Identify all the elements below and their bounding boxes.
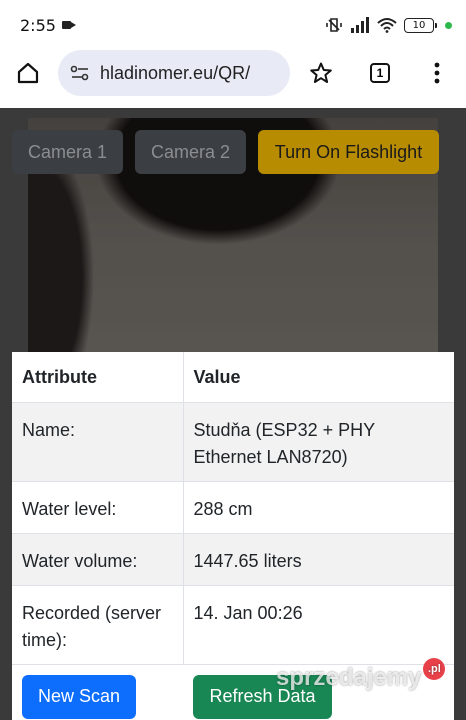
camera-2-button[interactable]: Camera 2 bbox=[135, 130, 246, 174]
more-menu-button[interactable] bbox=[419, 55, 455, 91]
camera-controls: Camera 1 Camera 2 Turn On Flashlight bbox=[12, 130, 439, 174]
table-row: Water volume: 1447.65 liters bbox=[12, 533, 454, 586]
watermark-logo: sprzedajemy .pl bbox=[276, 658, 446, 692]
web-content: Camera 1 Camera 2 Turn On Flashlight Att… bbox=[0, 108, 466, 720]
table-row: Water level: 288 cm bbox=[12, 481, 454, 534]
row-value: 1447.65 liters bbox=[183, 533, 454, 586]
signal-icon bbox=[351, 17, 369, 33]
header-value: Value bbox=[183, 352, 454, 403]
new-scan-button[interactable]: New Scan bbox=[22, 674, 136, 719]
watermark-text: sprzedajemy bbox=[276, 664, 422, 691]
row-attribute: Name: bbox=[12, 402, 184, 482]
bookmark-button[interactable] bbox=[303, 55, 339, 91]
attributes-table: Attribute Value Name: Studňa (ESP32 + PH… bbox=[12, 352, 454, 665]
flashlight-button[interactable]: Turn On Flashlight bbox=[258, 130, 439, 174]
row-value: Studňa (ESP32 + PHY Ethernet LAN8720) bbox=[183, 402, 454, 482]
header-attribute: Attribute bbox=[12, 352, 184, 403]
row-attribute: Water level: bbox=[12, 481, 184, 534]
watermark-badge: .pl bbox=[423, 658, 446, 680]
tab-count: 1 bbox=[370, 63, 390, 83]
phone-screen: 2:55 10 hladinomer.eu/QR/ 1 Camera 1 Cam… bbox=[0, 0, 466, 720]
browser-toolbar: hladinomer.eu/QR/ 1 bbox=[0, 50, 466, 108]
more-vert-icon bbox=[434, 62, 440, 84]
screen-record-icon bbox=[61, 20, 76, 30]
home-icon bbox=[17, 62, 39, 84]
row-attribute: Recorded (server time): bbox=[12, 585, 184, 665]
url-text: hladinomer.eu/QR/ bbox=[100, 62, 251, 83]
wifi-icon bbox=[377, 18, 397, 33]
table-row: Name: Studňa (ESP32 + PHY Ethernet LAN87… bbox=[12, 402, 454, 482]
row-value: 288 cm bbox=[183, 481, 454, 534]
camera-1-button[interactable]: Camera 1 bbox=[12, 130, 123, 174]
status-time: 2:55 bbox=[20, 15, 56, 35]
status-bar: 2:55 10 bbox=[0, 0, 466, 50]
site-settings-icon bbox=[70, 65, 89, 81]
address-bar[interactable]: hladinomer.eu/QR/ bbox=[58, 50, 290, 96]
home-button[interactable] bbox=[10, 55, 46, 91]
row-attribute: Water volume: bbox=[12, 533, 184, 586]
row-value: 14. Jan 00:26 bbox=[183, 585, 454, 665]
battery-icon: 10 bbox=[404, 17, 437, 33]
status-icons: 10 bbox=[325, 16, 452, 34]
mute-vibrate-icon bbox=[326, 18, 342, 32]
tab-switcher-button[interactable]: 1 bbox=[362, 55, 398, 91]
privacy-indicator-dot bbox=[445, 21, 452, 29]
table-row: Recorded (server time): 14. Jan 00:26 bbox=[12, 585, 454, 665]
star-icon bbox=[310, 62, 332, 83]
table-header-row: Attribute Value bbox=[12, 352, 454, 403]
